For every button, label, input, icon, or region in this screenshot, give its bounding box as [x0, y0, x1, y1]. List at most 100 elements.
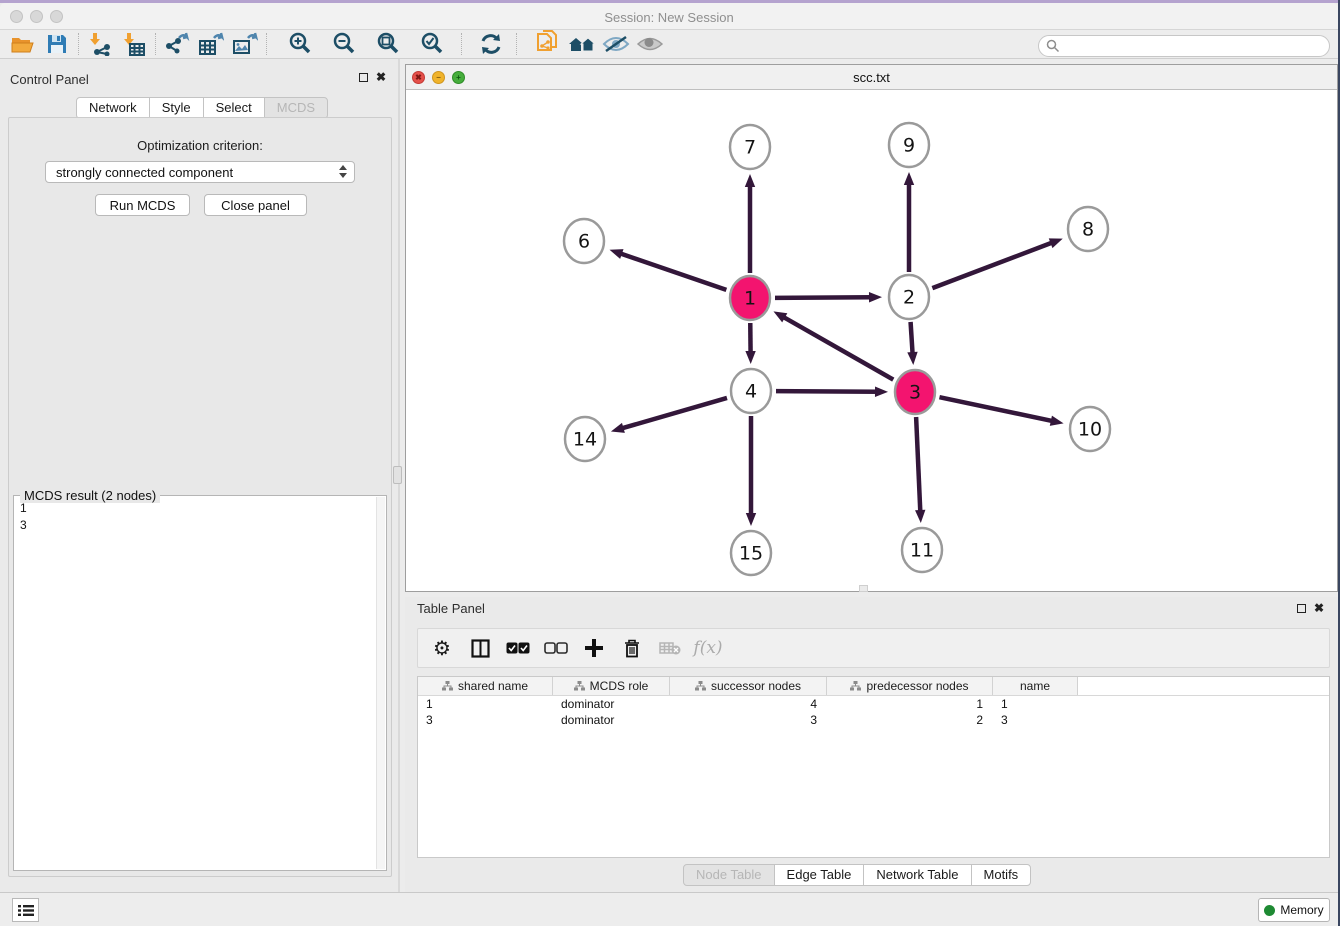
tab-edge-table[interactable]: Edge Table [774, 864, 865, 886]
node-1[interactable]: 1 [730, 276, 770, 320]
tab-network-table[interactable]: Network Table [863, 864, 971, 886]
memory-status-icon [1264, 905, 1275, 916]
node-9[interactable]: 9 [889, 123, 929, 167]
close-table-panel-icon[interactable]: ✖ [1314, 603, 1324, 613]
edge-1-7[interactable] [745, 174, 755, 273]
edge-2-8[interactable] [932, 238, 1062, 288]
node-2[interactable]: 2 [889, 275, 929, 319]
node-3[interactable]: 3 [895, 370, 935, 414]
node-label: 2 [903, 287, 915, 309]
cell-name: 3 [993, 712, 1078, 728]
new-network-from-selection-icon[interactable] [531, 31, 565, 57]
edge-3-1[interactable] [773, 311, 893, 379]
search-field [1038, 35, 1330, 57]
add-column-icon[interactable] [582, 636, 606, 660]
column-settings-icon[interactable]: ⚙ [430, 636, 454, 660]
import-network-icon[interactable] [83, 31, 117, 57]
optimization-criterion-label: Optimization criterion: [9, 138, 391, 153]
toolbar-separator [78, 33, 79, 55]
edge-3-10[interactable] [939, 397, 1063, 426]
node-label: 1 [744, 288, 756, 310]
tab-network[interactable]: Network [76, 97, 150, 119]
close-panel-button[interactable]: Close panel [204, 194, 307, 216]
hide-selection-icon[interactable] [599, 31, 633, 57]
run-mcds-button[interactable]: Run MCDS [95, 194, 190, 216]
open-session-icon[interactable] [6, 31, 40, 57]
table-row[interactable]: 1 dominator 4 1 1 [418, 696, 1329, 712]
zoom-fit-icon[interactable] [371, 31, 405, 57]
node-15[interactable]: 15 [731, 531, 771, 575]
tab-mcds[interactable]: MCDS [264, 97, 328, 119]
tab-style[interactable]: Style [149, 97, 204, 119]
import-table-icon[interactable] [117, 31, 151, 57]
show-column-panel-icon[interactable] [468, 636, 492, 660]
deselect-all-icon[interactable] [544, 636, 568, 660]
column-header-shared-name[interactable]: shared name [418, 677, 553, 695]
edge-4-14[interactable] [611, 398, 727, 433]
edge-2-9[interactable] [904, 172, 914, 272]
toolbar-separator [516, 33, 517, 55]
node-7[interactable]: 7 [730, 125, 770, 169]
apply-layout-icon[interactable] [474, 31, 508, 57]
cell-shared-name: 3 [418, 712, 553, 728]
column-header-predecessor-nodes[interactable]: predecessor nodes [827, 677, 993, 695]
criterion-value: strongly connected component [56, 165, 233, 180]
status-bar: Memory [0, 892, 1338, 926]
cell-predecessor-nodes: 2 [827, 712, 993, 728]
network-canvas[interactable]: 1 2 3 4 6 7 8 9 10 11 14 15 [406, 90, 1337, 591]
toolbar-separator [155, 33, 156, 55]
result-scrollbar[interactable] [376, 497, 385, 869]
edge-3-11[interactable] [915, 417, 925, 523]
network-view-window: ✖ − + scc.txt 1234678910111415 [405, 64, 1338, 592]
show-all-icon[interactable] [633, 31, 667, 57]
node-label: 14 [573, 429, 597, 451]
close-panel-icon[interactable]: ✖ [376, 72, 386, 82]
cell-shared-name: 1 [418, 696, 553, 712]
select-all-icon[interactable] [506, 636, 530, 660]
column-header-name[interactable]: name [993, 677, 1078, 695]
edge-4-3[interactable] [776, 387, 888, 397]
node-6[interactable]: 6 [564, 219, 604, 263]
edge-1-2[interactable] [775, 292, 882, 302]
control-panel-title: Control Panel [10, 72, 89, 87]
table-panel: Table Panel ✖ ⚙ f(x) shared name MCDS ro… [405, 597, 1338, 892]
tab-motifs[interactable]: Motifs [971, 864, 1032, 886]
zoom-in-icon[interactable] [283, 31, 317, 57]
criterion-select[interactable]: strongly connected component [45, 161, 355, 183]
delete-column-icon[interactable] [620, 636, 644, 660]
export-image-icon[interactable] [228, 31, 262, 57]
column-header-successor-nodes[interactable]: successor nodes [670, 677, 827, 695]
float-panel-icon[interactable] [359, 73, 368, 82]
canvas-grip[interactable] [859, 585, 868, 592]
panel-divider-grip[interactable] [393, 466, 402, 484]
search-input[interactable] [1038, 35, 1330, 57]
tab-node-table[interactable]: Node Table [683, 864, 775, 886]
export-network-icon[interactable] [160, 31, 194, 57]
first-neighbors-icon[interactable] [565, 31, 599, 57]
zoom-out-icon[interactable] [327, 31, 361, 57]
save-session-icon[interactable] [40, 31, 74, 57]
task-history-button[interactable] [12, 898, 39, 922]
node-label: 8 [1082, 219, 1094, 241]
column-header-mcds-role[interactable]: MCDS role [553, 677, 670, 695]
node-14[interactable]: 14 [565, 417, 605, 461]
node-11[interactable]: 11 [902, 528, 942, 572]
control-panel-tabs: Network Style Select MCDS [76, 97, 328, 119]
toolbar-separator [461, 33, 462, 55]
node-8[interactable]: 8 [1068, 207, 1108, 251]
edge-1-6[interactable] [610, 249, 727, 290]
node-label: 15 [739, 543, 763, 565]
node-4[interactable]: 4 [731, 369, 771, 413]
memory-button[interactable]: Memory [1258, 898, 1330, 922]
node-table: shared name MCDS role successor nodes pr… [417, 676, 1330, 858]
edge-2-3[interactable] [907, 322, 917, 365]
node-10[interactable]: 10 [1070, 407, 1110, 451]
edge-1-4[interactable] [745, 323, 755, 364]
tab-select[interactable]: Select [203, 97, 265, 119]
control-panel: Control Panel ✖ Network Style Select MCD… [0, 59, 400, 892]
edge-4-15[interactable] [746, 416, 756, 526]
export-table-icon[interactable] [194, 31, 228, 57]
float-table-panel-icon[interactable] [1297, 604, 1306, 613]
table-row[interactable]: 3 dominator 3 2 3 [418, 712, 1329, 728]
zoom-selected-icon[interactable] [415, 31, 449, 57]
